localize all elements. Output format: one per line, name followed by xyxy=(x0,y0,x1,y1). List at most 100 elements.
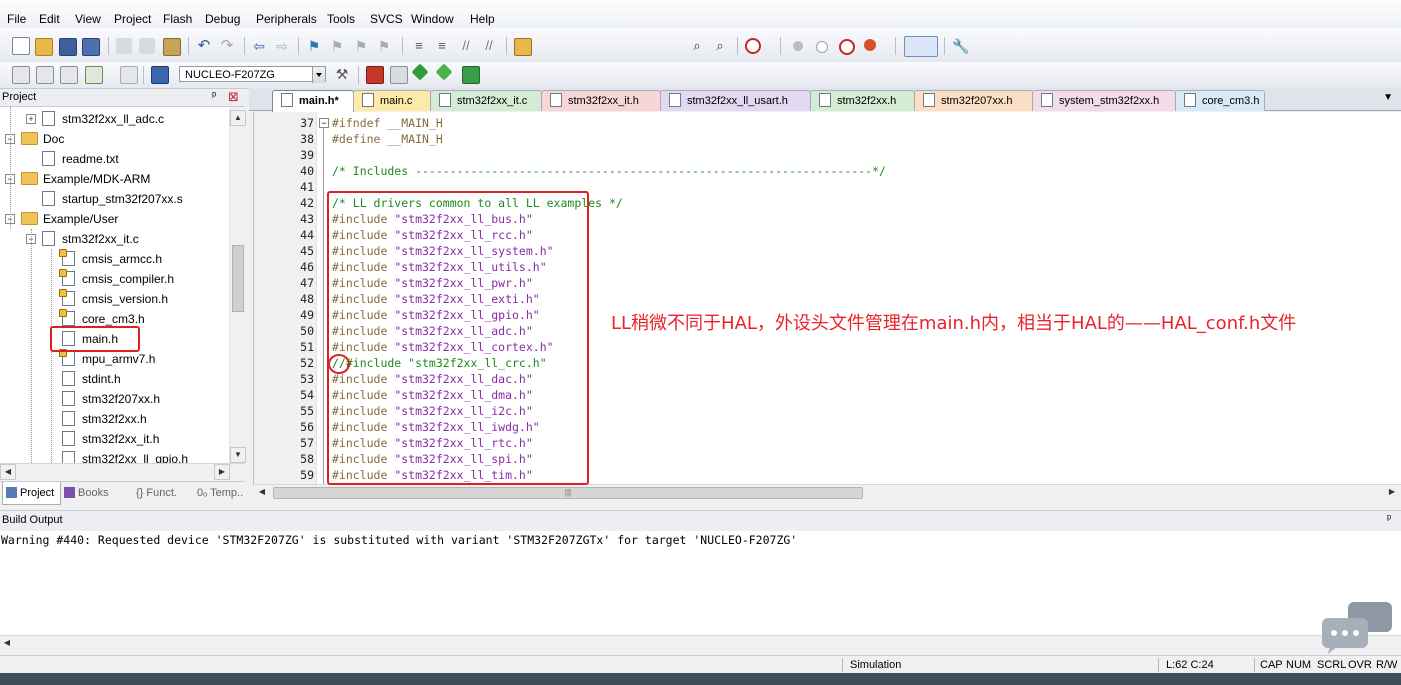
tab-main-c[interactable]: main.c xyxy=(353,90,431,111)
panel-tab-1[interactable]: Books xyxy=(61,484,117,502)
breakpoint-disable-icon[interactable] xyxy=(816,41,828,53)
tree-file[interactable]: stm32f2xx_ll_gpio.h xyxy=(62,449,188,463)
comment-icon[interactable]: // xyxy=(458,38,474,54)
find-in-files-icon[interactable] xyxy=(514,38,532,56)
scroll-left-button[interactable]: ◀ xyxy=(255,485,269,499)
tab-core-cm3-h[interactable]: core_cm3.h xyxy=(1175,90,1265,111)
scroll-right-button[interactable]: ▶ xyxy=(214,464,230,480)
tree-file[interactable]: cmsis_compiler.h xyxy=(59,269,174,289)
debug-start-icon[interactable] xyxy=(745,38,761,54)
tree-folder[interactable]: Example/User xyxy=(21,209,118,229)
paste-icon[interactable] xyxy=(163,38,181,56)
close-icon[interactable]: ⊠ xyxy=(228,89,239,105)
batch-build-icon[interactable] xyxy=(85,66,103,84)
menu-help[interactable]: Help xyxy=(470,12,495,26)
panel-tab-0[interactable]: Project xyxy=(2,482,61,505)
panel-tab-2[interactable]: {} Funct... xyxy=(119,484,178,502)
new-file-icon[interactable] xyxy=(12,37,30,55)
save-all-icon[interactable] xyxy=(82,38,100,56)
window-layout-icon[interactable] xyxy=(904,36,938,57)
tab-stm32f2xx-ll-usart-h[interactable]: stm32f2xx_ll_usart.h xyxy=(660,90,811,111)
menu-debug[interactable]: Debug xyxy=(205,12,240,26)
scroll-up-button[interactable]: ▲ xyxy=(230,110,246,126)
pin-icon[interactable]: ᵖ xyxy=(212,90,216,102)
manage-components-icon[interactable] xyxy=(366,66,384,84)
tree-file[interactable]: stm32f2xx_it.c xyxy=(42,229,139,249)
select-software-packs-icon[interactable] xyxy=(435,63,453,81)
build-output-scrollbar[interactable]: ◀ xyxy=(0,635,1401,652)
multi-project-icon[interactable] xyxy=(390,66,408,84)
tree-file[interactable]: stm32f2xx_it.h xyxy=(62,429,159,449)
expand-icon[interactable]: + xyxy=(26,114,36,124)
compile-icon[interactable] xyxy=(12,66,30,84)
build-output-body[interactable]: Warning #440: Requested device 'STM32F20… xyxy=(0,531,1401,635)
configure-icon[interactable]: 🔧 xyxy=(952,38,969,54)
pack-installer-icon[interactable] xyxy=(411,63,429,81)
tree-file[interactable]: cmsis_version.h xyxy=(59,289,168,309)
unindent-icon[interactable]: ≡ xyxy=(434,38,450,54)
bookmark-icon[interactable]: ⚑ xyxy=(306,38,322,54)
tab-stm32f2xx-it-c[interactable]: stm32f2xx_it.c xyxy=(430,90,542,111)
tree-folder[interactable]: Doc xyxy=(21,129,64,149)
editor-horizontal-scrollbar[interactable]: ◀ ||| ▶ xyxy=(253,484,1401,501)
menu-project[interactable]: Project xyxy=(114,12,151,26)
menu-edit[interactable]: Edit xyxy=(39,12,60,26)
menu-file[interactable]: File xyxy=(7,12,26,26)
rte-icon[interactable] xyxy=(462,66,480,84)
tree-file[interactable]: stdint.h xyxy=(62,369,121,389)
nav-back-icon[interactable]: ⇦ xyxy=(251,38,267,54)
scroll-thumb[interactable]: ||| xyxy=(273,487,863,499)
tree-file[interactable]: mpu_armv7.h xyxy=(59,349,155,369)
scroll-down-button[interactable]: ▼ xyxy=(230,447,246,463)
save-icon[interactable] xyxy=(59,38,77,56)
menu-flash[interactable]: Flash xyxy=(163,12,192,26)
rebuild-icon[interactable] xyxy=(60,66,78,84)
menu-tools[interactable]: Tools xyxy=(327,12,355,26)
download-icon[interactable] xyxy=(151,66,169,84)
scroll-thumb[interactable] xyxy=(232,245,244,312)
menu-svcs[interactable]: SVCS xyxy=(370,12,403,26)
tree-file[interactable]: cmsis_armcc.h xyxy=(59,249,162,269)
find-icon[interactable]: ⌕ xyxy=(689,38,705,54)
tab-stm32f2xx-it-h[interactable]: stm32f2xx_it.h xyxy=(541,90,661,111)
stop-build-icon[interactable] xyxy=(120,66,138,84)
tab-stm32f207xx-h[interactable]: stm32f207xx.h xyxy=(914,90,1033,111)
tab-main-h[interactable]: main.h* xyxy=(272,90,354,112)
tab-list-icon[interactable]: ▼ xyxy=(1383,92,1393,103)
next-bookmark-icon[interactable]: ⚑ xyxy=(353,38,369,54)
tab-stm32f2xx-h[interactable]: stm32f2xx.h xyxy=(810,90,915,111)
insert-breakpoint-icon[interactable] xyxy=(864,39,876,51)
target-options-icon[interactable]: ⚒ xyxy=(334,66,350,82)
panel-tab-3[interactable]: 0ₒ Temp... xyxy=(180,484,243,502)
tree-file[interactable]: stm32f2xx.h xyxy=(62,409,147,429)
pin-icon[interactable]: ᵖ xyxy=(1387,513,1391,525)
kill-breakpoints-icon[interactable] xyxy=(839,39,855,55)
copy-icon[interactable] xyxy=(139,38,155,54)
prev-bookmark-icon[interactable]: ⚑ xyxy=(329,38,345,54)
tree-file[interactable]: startup_stm32f207xx.s xyxy=(42,189,183,209)
tree-file[interactable]: readme.txt xyxy=(42,149,119,169)
undo-icon[interactable]: ↶ xyxy=(196,38,212,54)
uncomment-icon[interactable]: // xyxy=(481,38,497,54)
code-line[interactable]: #define __MAIN_H xyxy=(332,132,443,146)
scroll-left-button[interactable]: ◀ xyxy=(0,636,14,650)
project-horizontal-scrollbar[interactable]: ◀ ▶ xyxy=(0,463,245,480)
fold-collapse-icon[interactable]: − xyxy=(319,118,329,128)
breakpoint-icon[interactable] xyxy=(793,41,803,51)
indent-icon[interactable]: ≡ xyxy=(411,38,427,54)
nav-forward-icon[interactable]: ⇨ xyxy=(274,38,290,54)
clear-bookmarks-icon[interactable]: ⚑ xyxy=(376,38,392,54)
menu-peripherals[interactable]: Peripherals xyxy=(256,12,317,26)
chevron-down-icon[interactable] xyxy=(312,67,325,83)
open-file-icon[interactable] xyxy=(35,38,53,56)
code-line[interactable]: #ifndef __MAIN_H xyxy=(332,116,443,130)
tab-system-stm32f2xx-h[interactable]: system_stm32f2xx.h xyxy=(1032,90,1176,111)
tree-file[interactable]: stm32f207xx.h xyxy=(62,389,160,409)
scroll-right-button[interactable]: ▶ xyxy=(1385,485,1399,499)
target-select[interactable]: NUCLEO-F207ZG xyxy=(179,66,326,83)
tree-folder[interactable]: Example/MDK-ARM xyxy=(21,169,150,189)
project-vertical-scrollbar[interactable]: ▲ ▼ xyxy=(229,110,246,463)
menu-view[interactable]: View xyxy=(75,12,101,26)
cut-icon[interactable] xyxy=(116,38,132,54)
redo-icon[interactable]: ↷ xyxy=(219,38,235,54)
